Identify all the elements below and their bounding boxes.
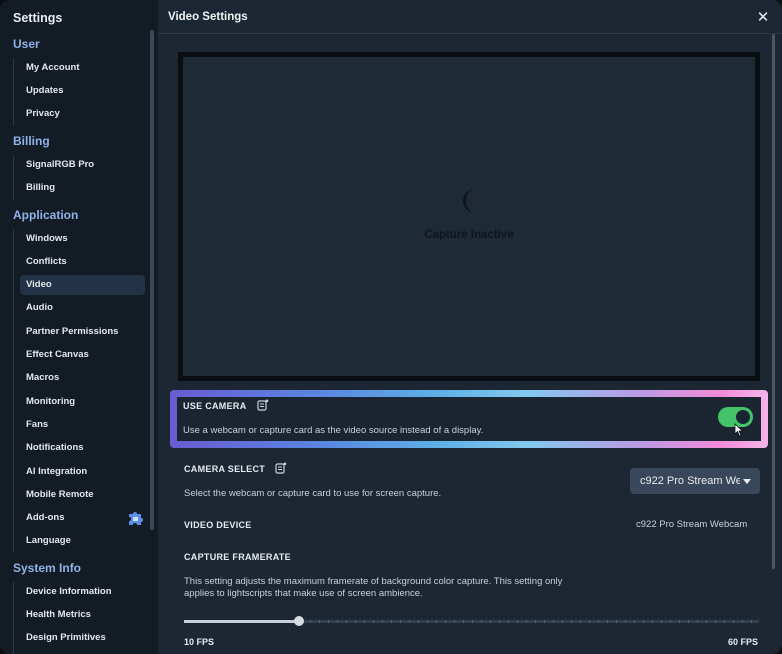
header-divider <box>158 33 782 34</box>
sidebar-item-monitoring[interactable]: Monitoring <box>20 392 145 412</box>
sidebar-item-device-information[interactable]: Device Information <box>20 582 145 602</box>
sidebar-item-design-primitives[interactable]: Design Primitives <box>20 628 145 648</box>
use-camera-row: USE CAMERA Use a webcam or capture card … <box>177 397 761 441</box>
sidebar-group-line <box>13 58 14 126</box>
capture-framerate-description-line1: This setting adjusts the maximum framera… <box>184 576 563 587</box>
sidebar-item-fans[interactable]: Fans <box>20 415 145 435</box>
sidebar: Settings User My Account Updates Privacy… <box>0 0 158 654</box>
sidebar-group-line <box>13 582 14 654</box>
sidebar-section-system-info: System Info <box>13 561 82 575</box>
sidebar-item-audio[interactable]: Audio <box>20 298 145 318</box>
sidebar-section-user: User <box>13 37 40 51</box>
video-device-value: c922 Pro Stream Webcam <box>636 519 748 530</box>
page-title: Video Settings <box>168 11 248 23</box>
close-button[interactable]: ✕ <box>756 10 770 25</box>
sidebar-item-notifications[interactable]: Notifications <box>20 438 145 458</box>
capture-status-text: Capture Inactive <box>424 229 514 241</box>
sidebar-section-billing: Billing <box>13 134 50 148</box>
framerate-slider-handle[interactable] <box>294 616 304 626</box>
sidebar-group-line <box>13 229 14 552</box>
sidebar-item-video[interactable]: Video <box>20 275 145 295</box>
capture-preview-area: Capture Inactive <box>183 57 755 376</box>
moon-icon <box>463 189 475 213</box>
sidebar-item-macros[interactable]: Macros <box>20 368 145 388</box>
sidebar-item-privacy[interactable]: Privacy <box>20 104 145 124</box>
camera-select-dropdown[interactable]: c922 Pro Stream Webcam <box>630 468 760 494</box>
edit-icon[interactable] <box>257 399 269 411</box>
sidebar-item-ai-integration[interactable]: AI Integration <box>20 462 145 482</box>
sidebar-item-updates[interactable]: Updates <box>20 81 145 101</box>
sidebar-item-language[interactable]: Language <box>20 531 145 551</box>
camera-select-title: CAMERA SELECT <box>184 464 266 474</box>
video-device-title: VIDEO DEVICE <box>184 520 252 530</box>
framerate-min-label: 10 FPS <box>184 637 215 647</box>
sidebar-item-my-account[interactable]: My Account <box>20 58 145 78</box>
sidebar-item-signalrgb-pro[interactable]: SignalRGB Pro <box>20 155 145 175</box>
mouse-cursor-icon <box>734 423 744 437</box>
sidebar-item-health-metrics[interactable]: Health Metrics <box>20 605 145 625</box>
sidebar-scrollbar[interactable] <box>150 30 154 530</box>
video-settings-panel: Video Settings ✕ Capture Inactive USE CA… <box>158 0 782 654</box>
sidebar-item-windows[interactable]: Windows <box>20 229 145 249</box>
sidebar-item-mobile-remote[interactable]: Mobile Remote <box>20 485 145 505</box>
capture-preview: Capture Inactive <box>178 52 760 381</box>
sidebar-title: Settings <box>13 11 63 25</box>
main-scrollbar[interactable] <box>772 34 775 569</box>
sidebar-item-partner-permissions[interactable]: Partner Permissions <box>20 322 145 342</box>
puzzle-icon <box>129 512 143 525</box>
sidebar-group-line <box>13 155 14 200</box>
framerate-slider-fill <box>184 620 299 623</box>
use-camera-description: Use a webcam or capture card as the vide… <box>183 425 484 436</box>
settings-window: Settings User My Account Updates Privacy… <box>0 0 782 654</box>
sidebar-section-application: Application <box>13 208 79 222</box>
use-camera-title: USE CAMERA <box>183 401 247 411</box>
camera-select-description: Select the webcam or capture card to use… <box>184 488 442 499</box>
camera-select-value: c922 Pro Stream Webcam <box>640 475 740 487</box>
sidebar-item-conflicts[interactable]: Conflicts <box>20 252 145 272</box>
capture-framerate-title: CAPTURE FRAMERATE <box>184 552 291 562</box>
sidebar-item-effect-canvas[interactable]: Effect Canvas <box>20 345 145 365</box>
chevron-down-icon <box>743 479 751 484</box>
framerate-max-label: 60 FPS <box>728 637 759 647</box>
use-camera-highlight: USE CAMERA Use a webcam or capture card … <box>170 390 768 448</box>
capture-framerate-description-line2: applies to lightscripts that make use of… <box>184 588 423 599</box>
edit-icon[interactable] <box>275 462 287 474</box>
toggle-knob <box>736 410 750 424</box>
sidebar-item-billing[interactable]: Billing <box>20 178 145 198</box>
